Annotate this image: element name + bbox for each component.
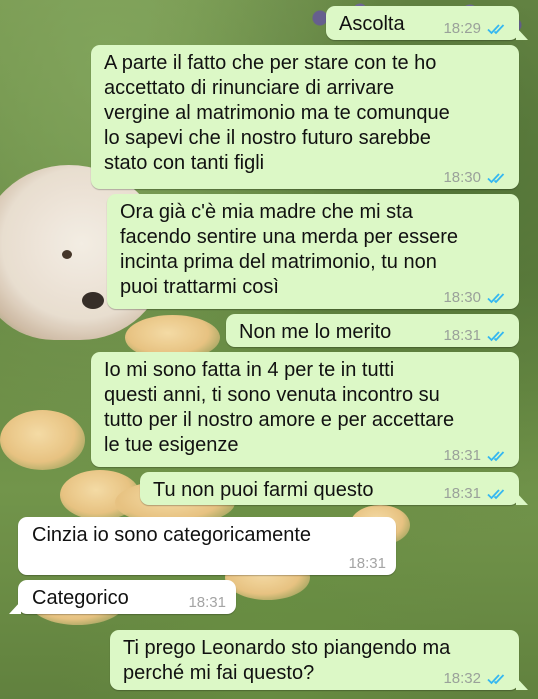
message-time: 18:31 <box>443 447 481 464</box>
message-text: Io mi sono fatta in 4 per te in tutti qu… <box>104 359 455 456</box>
double-check-icon <box>487 449 509 463</box>
message-time: 18:30 <box>443 169 481 186</box>
message-meta: 18:29 <box>443 20 509 38</box>
message-bubble-incoming[interactable]: Cinzia io sono categoricamente 18:31 <box>18 517 396 575</box>
message-meta: 18:30 <box>443 169 509 187</box>
message-text: A parte il fatto che per stare con te ho… <box>104 52 450 174</box>
message-bubble-outgoing[interactable]: Ti prego Leonardo sto piangendo ma perch… <box>110 630 528 690</box>
message-meta: 18:32 <box>443 670 509 688</box>
message-meta: 18:31 <box>443 327 509 345</box>
double-check-icon <box>487 329 509 343</box>
message-meta: 18:31 <box>188 594 226 612</box>
double-check-icon <box>487 22 509 36</box>
message-bubble-outgoing[interactable]: Io mi sono fatta in 4 per te in tutti qu… <box>91 352 519 467</box>
message-list: Ascolta 18:29 A parte il fatto che per s… <box>0 0 538 699</box>
message-text: Cinzia io sono categoricamente <box>32 524 312 546</box>
double-check-icon <box>487 487 509 501</box>
message-bubble-incoming[interactable]: Categorico 18:31 <box>9 580 236 614</box>
message-time: 18:31 <box>188 594 226 611</box>
message-text: Ora già c'è mia madre che mi sta facendo… <box>120 201 458 298</box>
message-time: 18:31 <box>348 555 386 572</box>
message-bubble-outgoing[interactable]: Ascolta 18:29 <box>326 6 528 40</box>
message-time: 18:31 <box>443 485 481 502</box>
message-bubble-outgoing[interactable]: Ora già c'è mia madre che mi sta facendo… <box>107 194 519 309</box>
double-check-icon <box>487 171 509 185</box>
double-check-icon <box>487 291 509 305</box>
message-meta: 18:30 <box>443 289 509 307</box>
message-meta: 18:31 <box>443 485 509 503</box>
message-bubble-outgoing[interactable]: Tu non puoi farmi questo 18:31 <box>140 472 528 505</box>
double-check-icon <box>487 672 509 686</box>
message-time: 18:32 <box>443 670 481 687</box>
message-bubble-outgoing[interactable]: A parte il fatto che per stare con te ho… <box>91 45 519 189</box>
message-time: 18:30 <box>443 289 481 306</box>
message-time: 18:29 <box>443 20 481 37</box>
message-meta: 18:31 <box>348 555 386 573</box>
message-time: 18:31 <box>443 327 481 344</box>
message-meta: 18:31 <box>443 447 509 465</box>
message-bubble-outgoing[interactable]: Non me lo merito 18:31 <box>226 314 519 347</box>
